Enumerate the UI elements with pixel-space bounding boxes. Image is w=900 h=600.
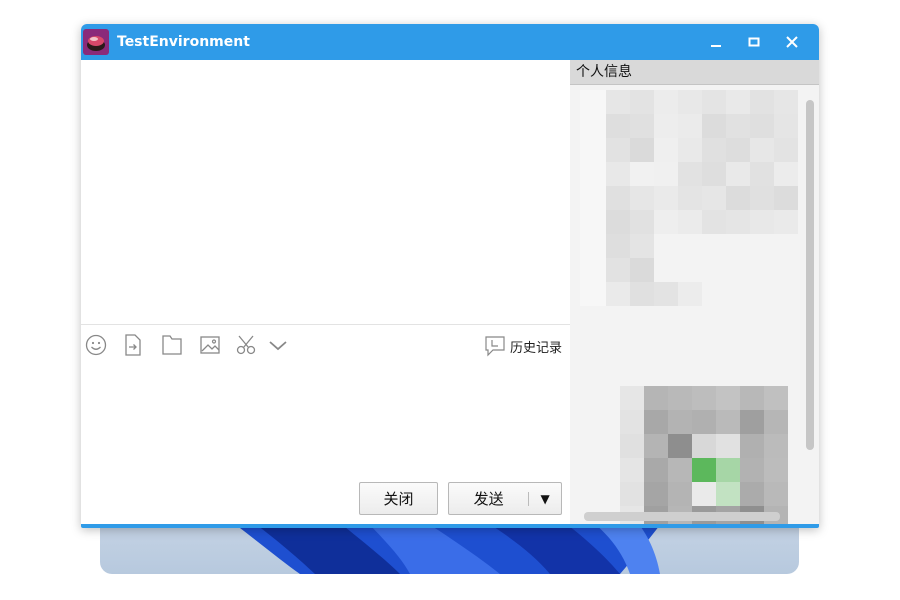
message-history-area[interactable] <box>81 60 570 324</box>
maximize-icon <box>748 37 760 47</box>
history-button[interactable]: 历史记录 <box>484 334 562 358</box>
input-toolbar: 历史记录 <box>81 326 570 364</box>
history-icon <box>485 336 505 357</box>
blurred-avatar-image <box>580 90 802 330</box>
emoji-icon[interactable] <box>85 334 109 356</box>
close-button[interactable]: 关闭 <box>359 482 438 515</box>
toolbar-divider <box>81 324 570 325</box>
close-icon <box>786 36 798 48</box>
profile-vertical-scrollbar[interactable] <box>806 100 814 450</box>
chat-window: TestEnvironment 历史记录 关闭 发送 ▼ 个人信息 <box>81 24 819 528</box>
scissors-icon[interactable] <box>236 334 260 356</box>
send-options-dropdown[interactable]: ▼ <box>529 492 561 506</box>
send-button[interactable]: 发送 ▼ <box>448 482 562 515</box>
chevron-down-icon[interactable] <box>267 334 291 356</box>
app-logo-icon <box>83 29 109 55</box>
send-file-icon[interactable] <box>123 334 147 356</box>
minimize-icon <box>711 45 721 47</box>
folder-icon[interactable] <box>161 334 185 356</box>
message-input[interactable] <box>81 364 570 480</box>
title-bar[interactable]: TestEnvironment <box>81 24 819 60</box>
profile-panel: 个人信息 <box>570 60 819 528</box>
blurred-qr-image <box>620 386 790 528</box>
profile-panel-header: 个人信息 <box>570 60 819 85</box>
window-title: TestEnvironment <box>117 34 250 50</box>
minimize-button[interactable] <box>697 24 735 60</box>
window-bottom-border <box>81 524 819 528</box>
close-button-label: 关闭 <box>383 490 414 508</box>
maximize-button[interactable] <box>735 24 773 60</box>
image-icon[interactable] <box>199 334 223 356</box>
profile-horizontal-scrollbar[interactable] <box>584 512 780 521</box>
history-label: 历史记录 <box>509 340 562 356</box>
send-button-label: 发送 <box>473 490 504 508</box>
close-window-button[interactable] <box>773 24 811 60</box>
